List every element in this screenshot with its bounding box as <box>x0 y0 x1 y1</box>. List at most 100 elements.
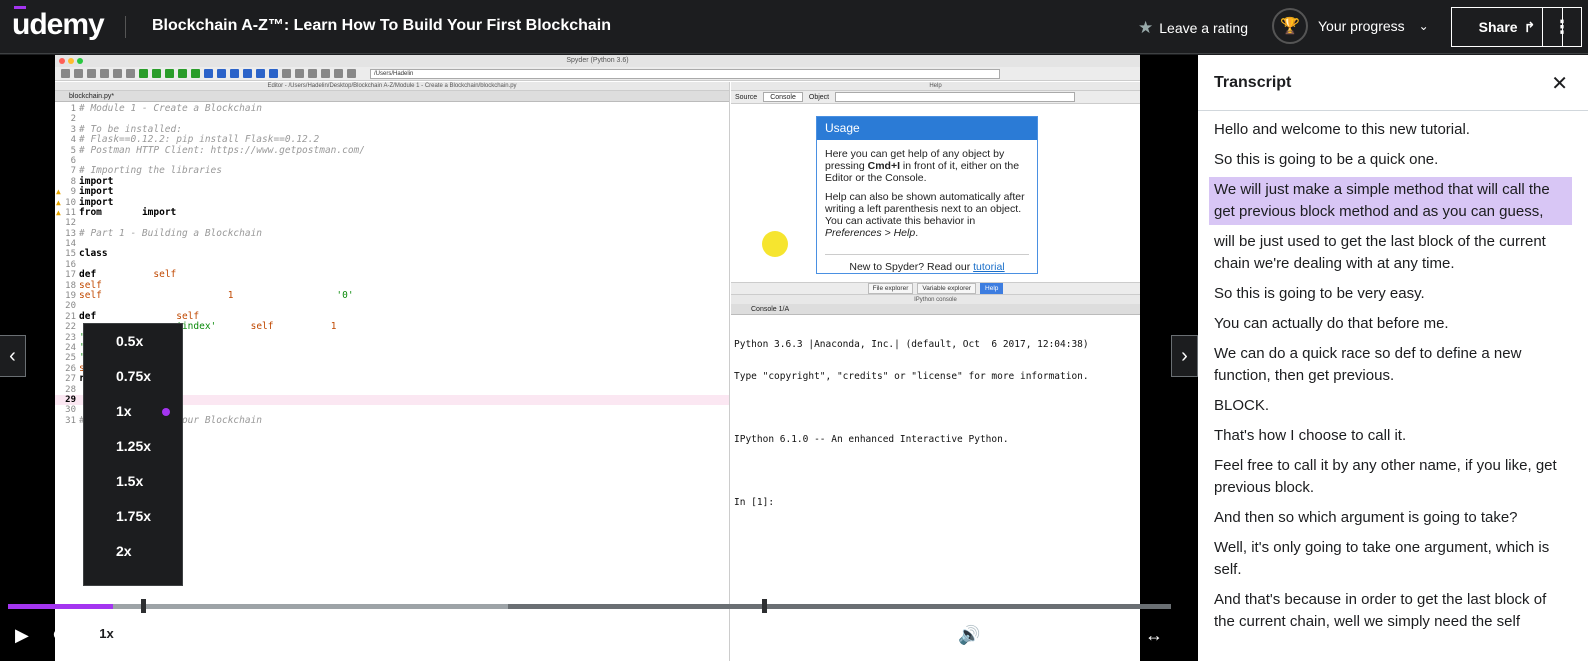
usage-title: Usage <box>817 117 1037 140</box>
forward-icon <box>347 69 356 78</box>
video-frame: Spyder (Python 3.6) /Users/Hadelin Edito… <box>55 55 1140 661</box>
playback-rate-button[interactable]: 1x <box>83 624 130 644</box>
transcript-cue[interactable]: We can do a quick race so def to define … <box>1209 341 1572 389</box>
player-controls: ▶ ↺ 1x ↻ 0:12 / 2:18 ☰ 🔊 ▤ ▭ ⚙ ⤢ ↔ <box>0 592 1198 661</box>
help-tabs: File explorer Variable explorer Help <box>731 282 1140 294</box>
code-line: 5 # Postman HTTP Client: https://www.getp… <box>70 144 365 156</box>
settings-button[interactable]: ⚙ <box>1070 625 1086 645</box>
minimize-dot-icon <box>68 58 74 64</box>
speed-option-label: 0.5x <box>116 333 144 349</box>
theater-mode-button[interactable]: ↔ <box>1145 625 1163 645</box>
chevron-down-icon: ⌄ <box>1418 19 1429 33</box>
run-selection-icon <box>178 69 187 78</box>
right-panes: Help Source Console Object Usage Here yo… <box>731 82 1140 661</box>
tab-help: Help <box>980 283 1004 294</box>
your-progress-button[interactable]: 🏆 Your progress ⌄ <box>1272 8 1429 44</box>
continue-icon <box>256 69 265 78</box>
progress-bar[interactable] <box>8 599 1171 613</box>
transcript-cue-active[interactable]: We will just make a simple method that w… <box>1209 177 1572 225</box>
console-tab: Console 1/A <box>731 304 1140 315</box>
leave-rating-button[interactable]: ★ Leave a rating <box>1138 18 1248 38</box>
debug-icon <box>204 69 213 78</box>
captions-button[interactable]: ▭ <box>1032 625 1049 645</box>
working-directory-field: /Users/Hadelin <box>370 68 1000 79</box>
speed-option-2x[interactable]: 2x <box>84 534 182 569</box>
code-line: 15 class Blockchain: <box>65 248 171 260</box>
chevron-right-icon: › <box>1181 344 1188 367</box>
usage-body: Here you can get help of any object by p… <box>817 140 1037 254</box>
speed-option-label: 1x <box>116 403 132 419</box>
add-note-button[interactable]: ☰ <box>262 625 278 645</box>
warning-icon: ▲ <box>56 187 61 197</box>
run-cell-advance-icon <box>165 69 174 78</box>
playback-speed-menu: 0.5x 0.75x 1x 1.25x 1.5x 1.75x 2x <box>83 323 183 586</box>
usage-footer: New to Spyder? Read our tutorial <box>825 254 1029 273</box>
transcript-cue[interactable]: You can actually do that before me. <box>1209 311 1572 337</box>
transcript-cue[interactable]: BLOCK. <box>1209 393 1572 419</box>
time-display: 0:12 / 2:18 <box>178 627 246 643</box>
transcript-button[interactable]: ▤ <box>996 625 1013 645</box>
speed-option-1.25x[interactable]: 1.25x <box>84 429 182 464</box>
volume-icon: 🔊 <box>958 625 981 645</box>
source-select: Console <box>763 92 803 102</box>
source-label: Source <box>735 93 758 101</box>
next-lecture-button[interactable]: › <box>1171 335 1198 377</box>
wrench-icon <box>308 69 317 78</box>
speed-option-0.75x[interactable]: 0.75x <box>84 359 182 394</box>
save-all-icon <box>100 69 109 78</box>
rerun-icon <box>191 69 200 78</box>
fullscreen-button[interactable]: ⤢ <box>1108 625 1122 645</box>
help-area: Usage Here you can get help of any objec… <box>731 104 1140 282</box>
spyder-title-text: Spyder (Python 3.6) <box>566 57 629 64</box>
transcript-icon: ▤ <box>996 625 1014 645</box>
progress-marker <box>762 599 767 613</box>
speed-option-label: 1.5x <box>116 473 144 489</box>
transcript-cue[interactable]: And that's because in order to get the l… <box>1209 587 1572 635</box>
tab-file-explorer: File explorer <box>867 283 914 294</box>
code-line: 1 # Module 1 - Create a Blockchain <box>70 103 263 114</box>
volume-button[interactable]: 🔊 <box>958 625 980 645</box>
transcript-cue[interactable]: So this is going to be very easy. <box>1209 281 1572 307</box>
console-pane-title: IPython console <box>731 294 1140 304</box>
transcript-cue[interactable]: So this is going to be a quick one. <box>1209 147 1572 173</box>
speed-option-label: 1.25x <box>116 438 152 454</box>
transcript-cue[interactable]: will be just used to get the last block … <box>1209 229 1572 277</box>
note-icon: ☰ <box>262 625 279 645</box>
udemy-logo[interactable]: udemy <box>12 8 105 42</box>
transcript-cue[interactable]: That's how I choose to call it. <box>1209 423 1572 449</box>
forward-button[interactable]: ↻ <box>143 625 158 645</box>
share-label: Share <box>1478 19 1518 35</box>
maximize-icon <box>282 69 291 78</box>
cursor-highlight <box>762 231 788 257</box>
progress-played <box>8 604 113 609</box>
transcript-cue[interactable]: Feel free to call it by any other name, … <box>1209 453 1572 501</box>
speed-option-1.75x[interactable]: 1.75x <box>84 499 182 534</box>
speed-option-1x[interactable]: 1x <box>84 394 182 429</box>
previous-lecture-button[interactable]: ‹ <box>0 335 26 377</box>
code-line: 13 # Part 1 - Building a Blockchain <box>65 227 263 239</box>
close-icon[interactable]: ✕ <box>1551 71 1568 96</box>
more-options-button[interactable]: ⋮ <box>1542 7 1582 47</box>
video-player[interactable]: Spyder (Python 3.6) /Users/Hadelin Edito… <box>0 55 1198 661</box>
stop-icon <box>269 69 278 78</box>
rewind-button[interactable]: ↺ <box>52 625 67 645</box>
run-cell-icon <box>152 69 161 78</box>
selected-dot-icon <box>162 408 170 416</box>
zoom-dot-icon <box>77 58 83 64</box>
code-line: ▲ 9 import hashlib <box>56 186 160 198</box>
object-label: Object <box>808 93 830 101</box>
transcript-cue[interactable]: And then so which argument is going to t… <box>1209 505 1572 531</box>
spyder-window-title: Spyder (Python 3.6) <box>55 55 1140 67</box>
course-title[interactable]: Blockchain A-Z™: Learn How To Build Your… <box>152 17 611 35</box>
usage-text: . <box>915 227 919 239</box>
spyder-toolbar: /Users/Hadelin <box>55 67 1140 81</box>
trophy-icon: 🏆 <box>1272 8 1308 44</box>
transcript-cue[interactable]: Hello and welcome to this new tutorial. <box>1209 117 1572 143</box>
play-button[interactable]: ▶ <box>15 625 29 645</box>
speed-option-1.5x[interactable]: 1.5x <box>84 464 182 499</box>
expand-icon: ⤢ <box>1108 625 1123 645</box>
list-icon <box>113 69 122 78</box>
usage-text: Help can also be shown automatically aft… <box>825 191 1025 227</box>
transcript-cue[interactable]: Well, it's only going to take one argume… <box>1209 535 1572 583</box>
speed-option-0.5x[interactable]: 0.5x <box>84 324 182 359</box>
